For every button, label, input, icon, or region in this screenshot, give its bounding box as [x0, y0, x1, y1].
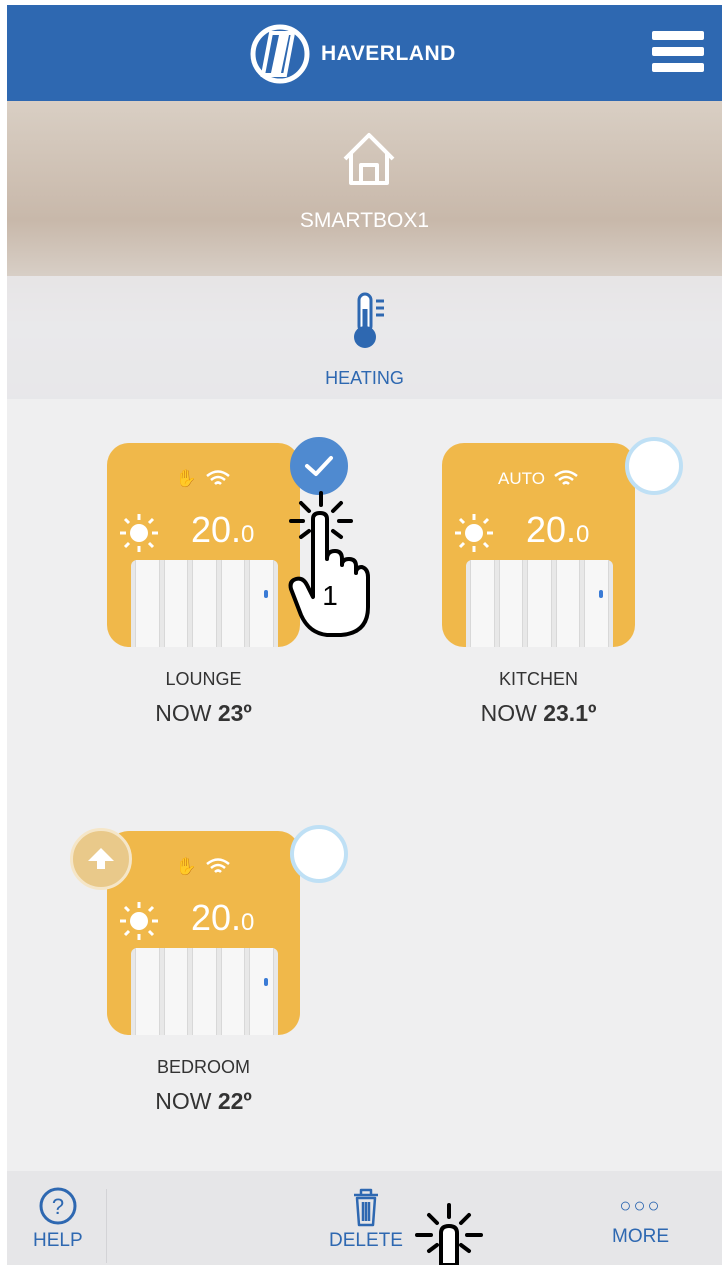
help-icon: ? [39, 1187, 77, 1225]
thermometer-icon[interactable] [353, 291, 387, 351]
menu-bar-icon [652, 31, 704, 40]
app-screen: HAVERLAND SMARTBOX1 HEATING ✋ 20.0 LOUNG… [7, 5, 722, 1265]
help-button[interactable]: ? HELP [33, 1186, 83, 1252]
device-tile[interactable]: AUTO 20.0 [442, 443, 635, 647]
tap-gesture-hand-icon [415, 1203, 483, 1265]
menu-bar-icon [652, 63, 704, 72]
more-dots-icon: ○○○ [619, 1195, 662, 1217]
hamburger-menu-button[interactable] [652, 31, 704, 77]
haverland-logo-icon [250, 24, 310, 84]
home-banner: SMARTBOX1 HEATING [7, 101, 722, 399]
now-value: 22º [217, 1088, 252, 1114]
menu-bar-icon [652, 47, 704, 56]
brand-name: HAVERLAND [321, 42, 456, 65]
radiator-icon [466, 560, 613, 647]
haverland-logo: HAVERLAND [249, 23, 456, 85]
toolbar-divider [106, 1189, 107, 1263]
now-prefix: NOW [155, 1088, 212, 1114]
device-name: KITCHEN [498, 669, 578, 689]
select-checkbox-checked[interactable] [290, 437, 348, 495]
smartbox-name[interactable]: SMARTBOX1 [7, 209, 722, 233]
wifi-icon [554, 470, 578, 485]
mode-indicator: ✋ [107, 469, 300, 489]
now-prefix: NOW [480, 700, 537, 726]
setpoint-decimal: 0 [241, 521, 255, 548]
select-checkbox[interactable] [625, 437, 683, 495]
device-card-kitchen[interactable]: AUTO 20.0 KITCHEN NOW 23.1º [442, 437, 692, 753]
wifi-icon [206, 470, 230, 485]
setpoint-temperature: 20.0 [191, 509, 254, 551]
sun-icon [120, 902, 158, 940]
setpoint-integer: 20. [526, 509, 577, 550]
more-button[interactable]: ○○○ MORE [612, 1186, 669, 1248]
radiator-icon [131, 560, 278, 647]
current-temperature: NOW 22º [107, 1088, 300, 1115]
help-label: HELP [33, 1230, 83, 1251]
now-prefix: NOW [155, 700, 212, 726]
select-checkbox[interactable] [290, 825, 348, 883]
setpoint-temperature: 20.0 [191, 897, 254, 939]
arrow-up-icon [88, 848, 114, 869]
current-temperature: NOW 23.1º [442, 700, 635, 727]
setpoint-decimal: 0 [241, 909, 255, 936]
svg-text:?: ? [52, 1194, 64, 1219]
check-icon [305, 456, 333, 476]
top-bar: HAVERLAND [7, 5, 722, 101]
delete-label: DELETE [329, 1230, 403, 1251]
setpoint-decimal: 0 [576, 521, 590, 548]
device-card-bedroom[interactable]: ✋ 20.0 BEDROOM NOW 22º [107, 825, 357, 1141]
device-name: LOUNGE [165, 669, 242, 689]
trash-icon [353, 1188, 378, 1227]
device-tile[interactable]: ✋ 20.0 [107, 443, 300, 647]
mode-auto-label: AUTO [498, 469, 545, 488]
hand-manual-icon: ✋ [175, 857, 198, 876]
wifi-icon [206, 858, 230, 873]
more-label: MORE [612, 1226, 669, 1247]
bottom-toolbar: ? HELP DELETE ○○○ MORE [7, 1171, 722, 1265]
now-value: 23.1º [543, 700, 597, 726]
tap-gesture-hand-icon: 1 [288, 491, 370, 637]
radiator-icon [131, 948, 278, 1035]
now-value: 23º [217, 700, 252, 726]
sun-icon [120, 514, 158, 552]
device-name: BEDROOM [156, 1057, 250, 1077]
setpoint-temperature: 20.0 [526, 509, 589, 551]
device-tile[interactable]: ✋ 20.0 [107, 831, 300, 1035]
heating-label[interactable]: HEATING [7, 368, 722, 389]
tap-step-number: 1 [322, 580, 338, 611]
home-icon[interactable] [339, 129, 399, 189]
setpoint-integer: 20. [191, 897, 242, 938]
setpoint-integer: 20. [191, 509, 242, 550]
hand-manual-icon: ✋ [175, 469, 198, 488]
sun-icon [455, 514, 493, 552]
mode-indicator: ✋ [107, 857, 300, 877]
mode-indicator: AUTO [442, 469, 635, 489]
delete-button[interactable]: DELETE [329, 1186, 403, 1252]
move-up-button[interactable] [70, 828, 132, 890]
current-temperature: NOW 23º [107, 700, 300, 727]
